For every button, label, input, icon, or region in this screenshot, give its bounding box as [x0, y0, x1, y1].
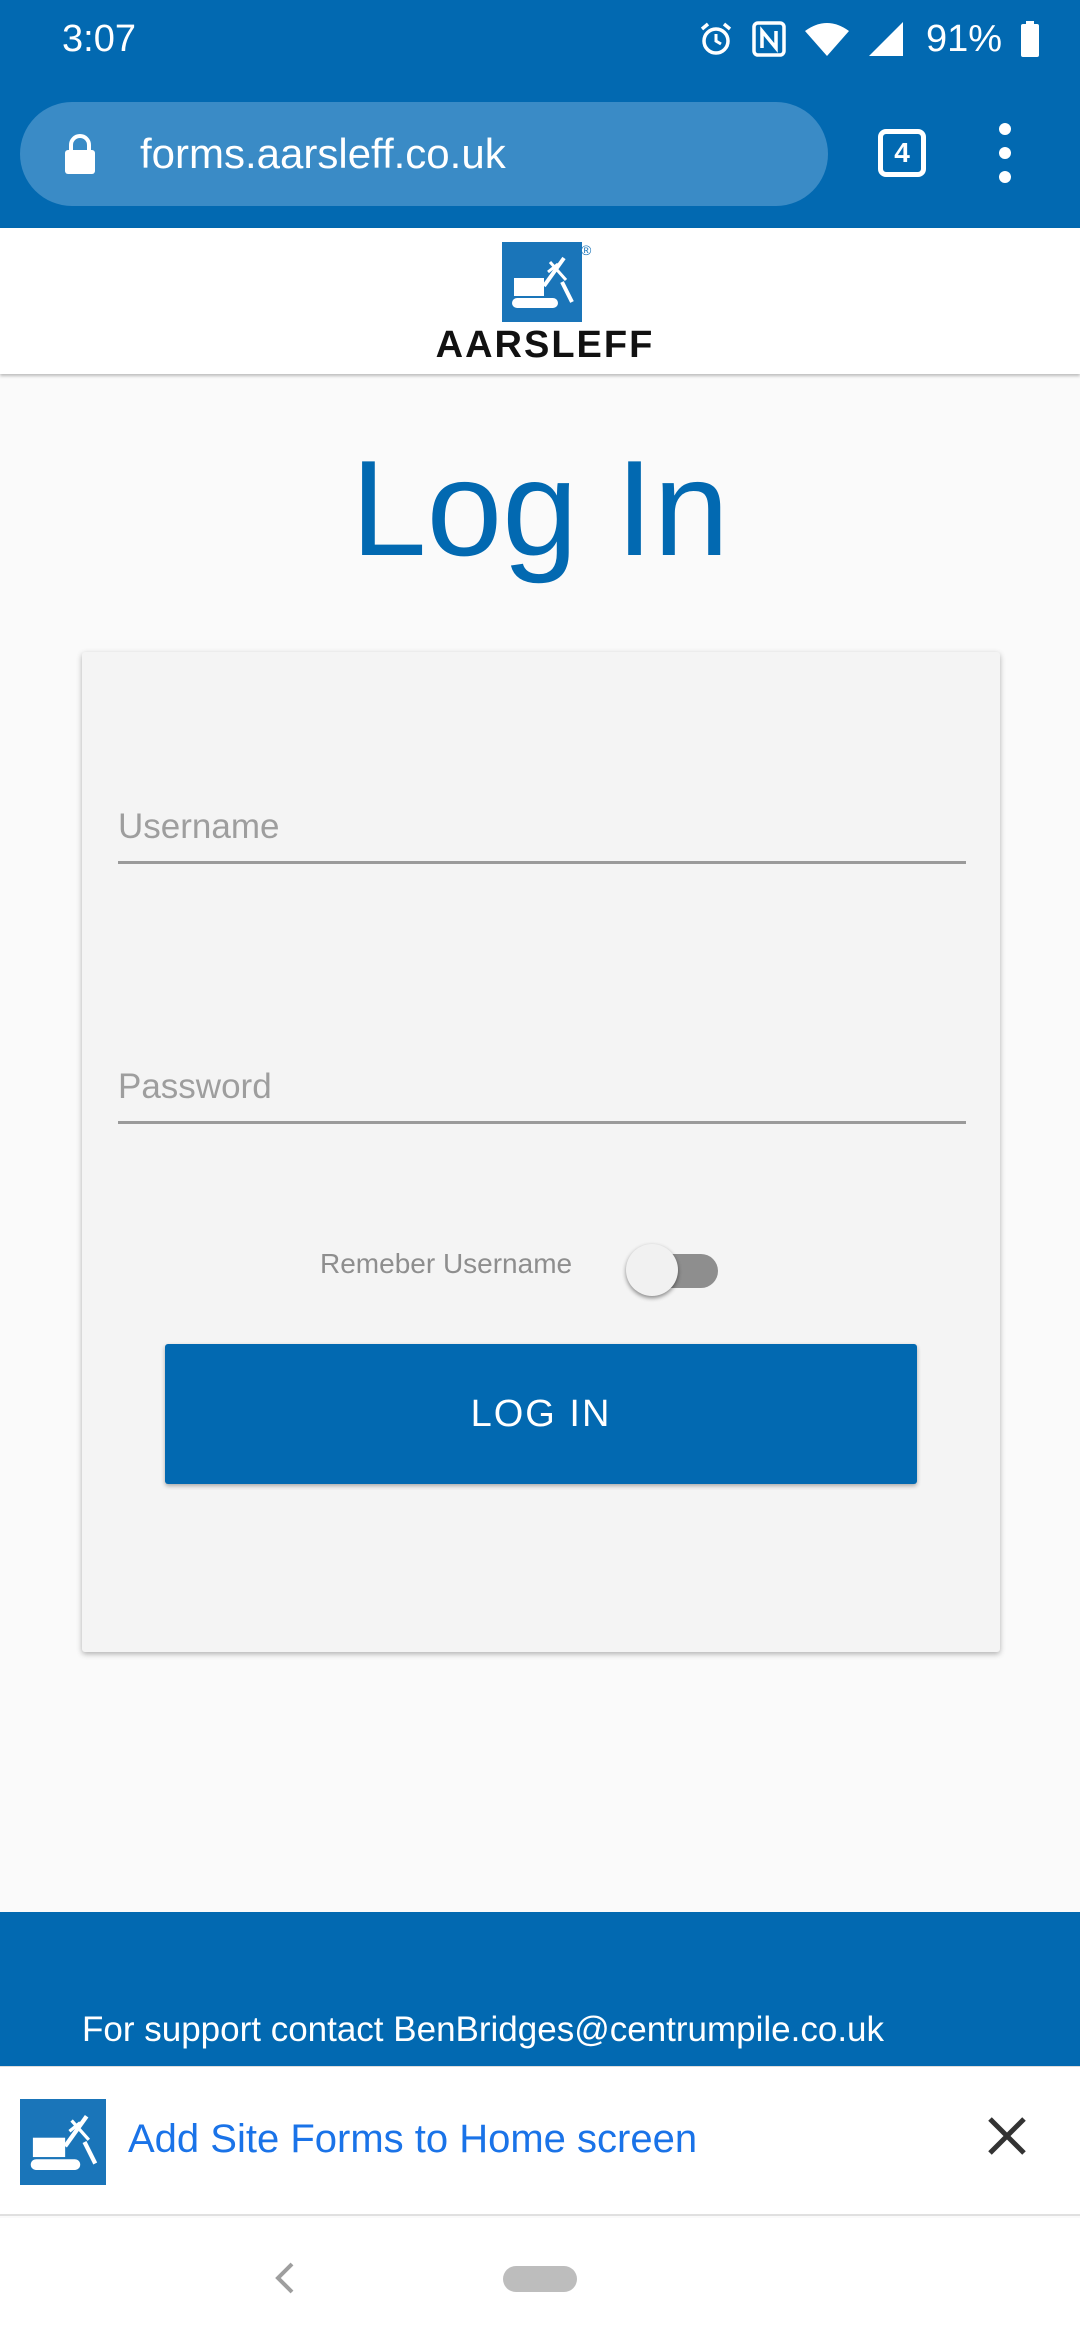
wifi-icon [804, 23, 849, 56]
close-icon[interactable] [982, 2111, 1032, 2161]
logo-emblem [502, 242, 582, 322]
address-bar[interactable]: forms.aarsleff.co.uk [20, 102, 828, 206]
system-nav-bar [0, 2218, 1080, 2340]
support-text: For support contact BenBridges@centrumpi… [82, 2010, 885, 2049]
toggle-knob [626, 1244, 678, 1296]
site-forms-app-icon [20, 2099, 106, 2185]
battery-icon [1021, 21, 1039, 57]
login-card: Remeber Username LOG IN [82, 652, 1000, 1652]
back-icon[interactable] [270, 2258, 300, 2298]
add-to-home-link[interactable]: Add Site Forms to Home screen [128, 2117, 697, 2162]
home-pill[interactable] [503, 2266, 577, 2292]
tabs-icon[interactable]: 4 [878, 129, 926, 177]
site-header: ® AARSLEFF [0, 228, 1080, 374]
login-button[interactable]: LOG IN [165, 1344, 917, 1484]
logo-registered-mark: ® [581, 242, 592, 258]
remember-username-label: Remeber Username [320, 1248, 573, 1279]
add-to-home-banner: Add Site Forms to Home screen [0, 2066, 1080, 2216]
aarsleff-logo[interactable]: ® AARSLEFF [425, 242, 665, 367]
status-icons: 91% [698, 16, 1040, 62]
username-input[interactable] [118, 792, 966, 861]
status-bar: 3:07 91% [0, 0, 1080, 78]
tab-count: 4 [894, 137, 910, 168]
logo-text: AARSLEFF [435, 324, 655, 366]
username-field [118, 792, 966, 864]
alarm-icon [700, 22, 732, 55]
footer: For support contact BenBridges@centrumpi… [0, 1912, 1080, 2066]
nfc-icon [752, 21, 786, 57]
url-text: forms.aarsleff.co.uk [140, 130, 506, 177]
page-title: Log In [350, 432, 730, 584]
signal-icon [868, 22, 903, 56]
battery-percentage: 91% [925, 17, 1002, 60]
password-input[interactable] [118, 1052, 966, 1121]
browser-toolbar: forms.aarsleff.co.uk 4 [0, 78, 1080, 228]
lock-icon [65, 134, 95, 174]
status-time: 3:07 [62, 18, 136, 60]
more-vert-icon[interactable] [990, 123, 1020, 183]
password-field [118, 1052, 966, 1124]
remember-username-toggle[interactable] [626, 1240, 726, 1296]
